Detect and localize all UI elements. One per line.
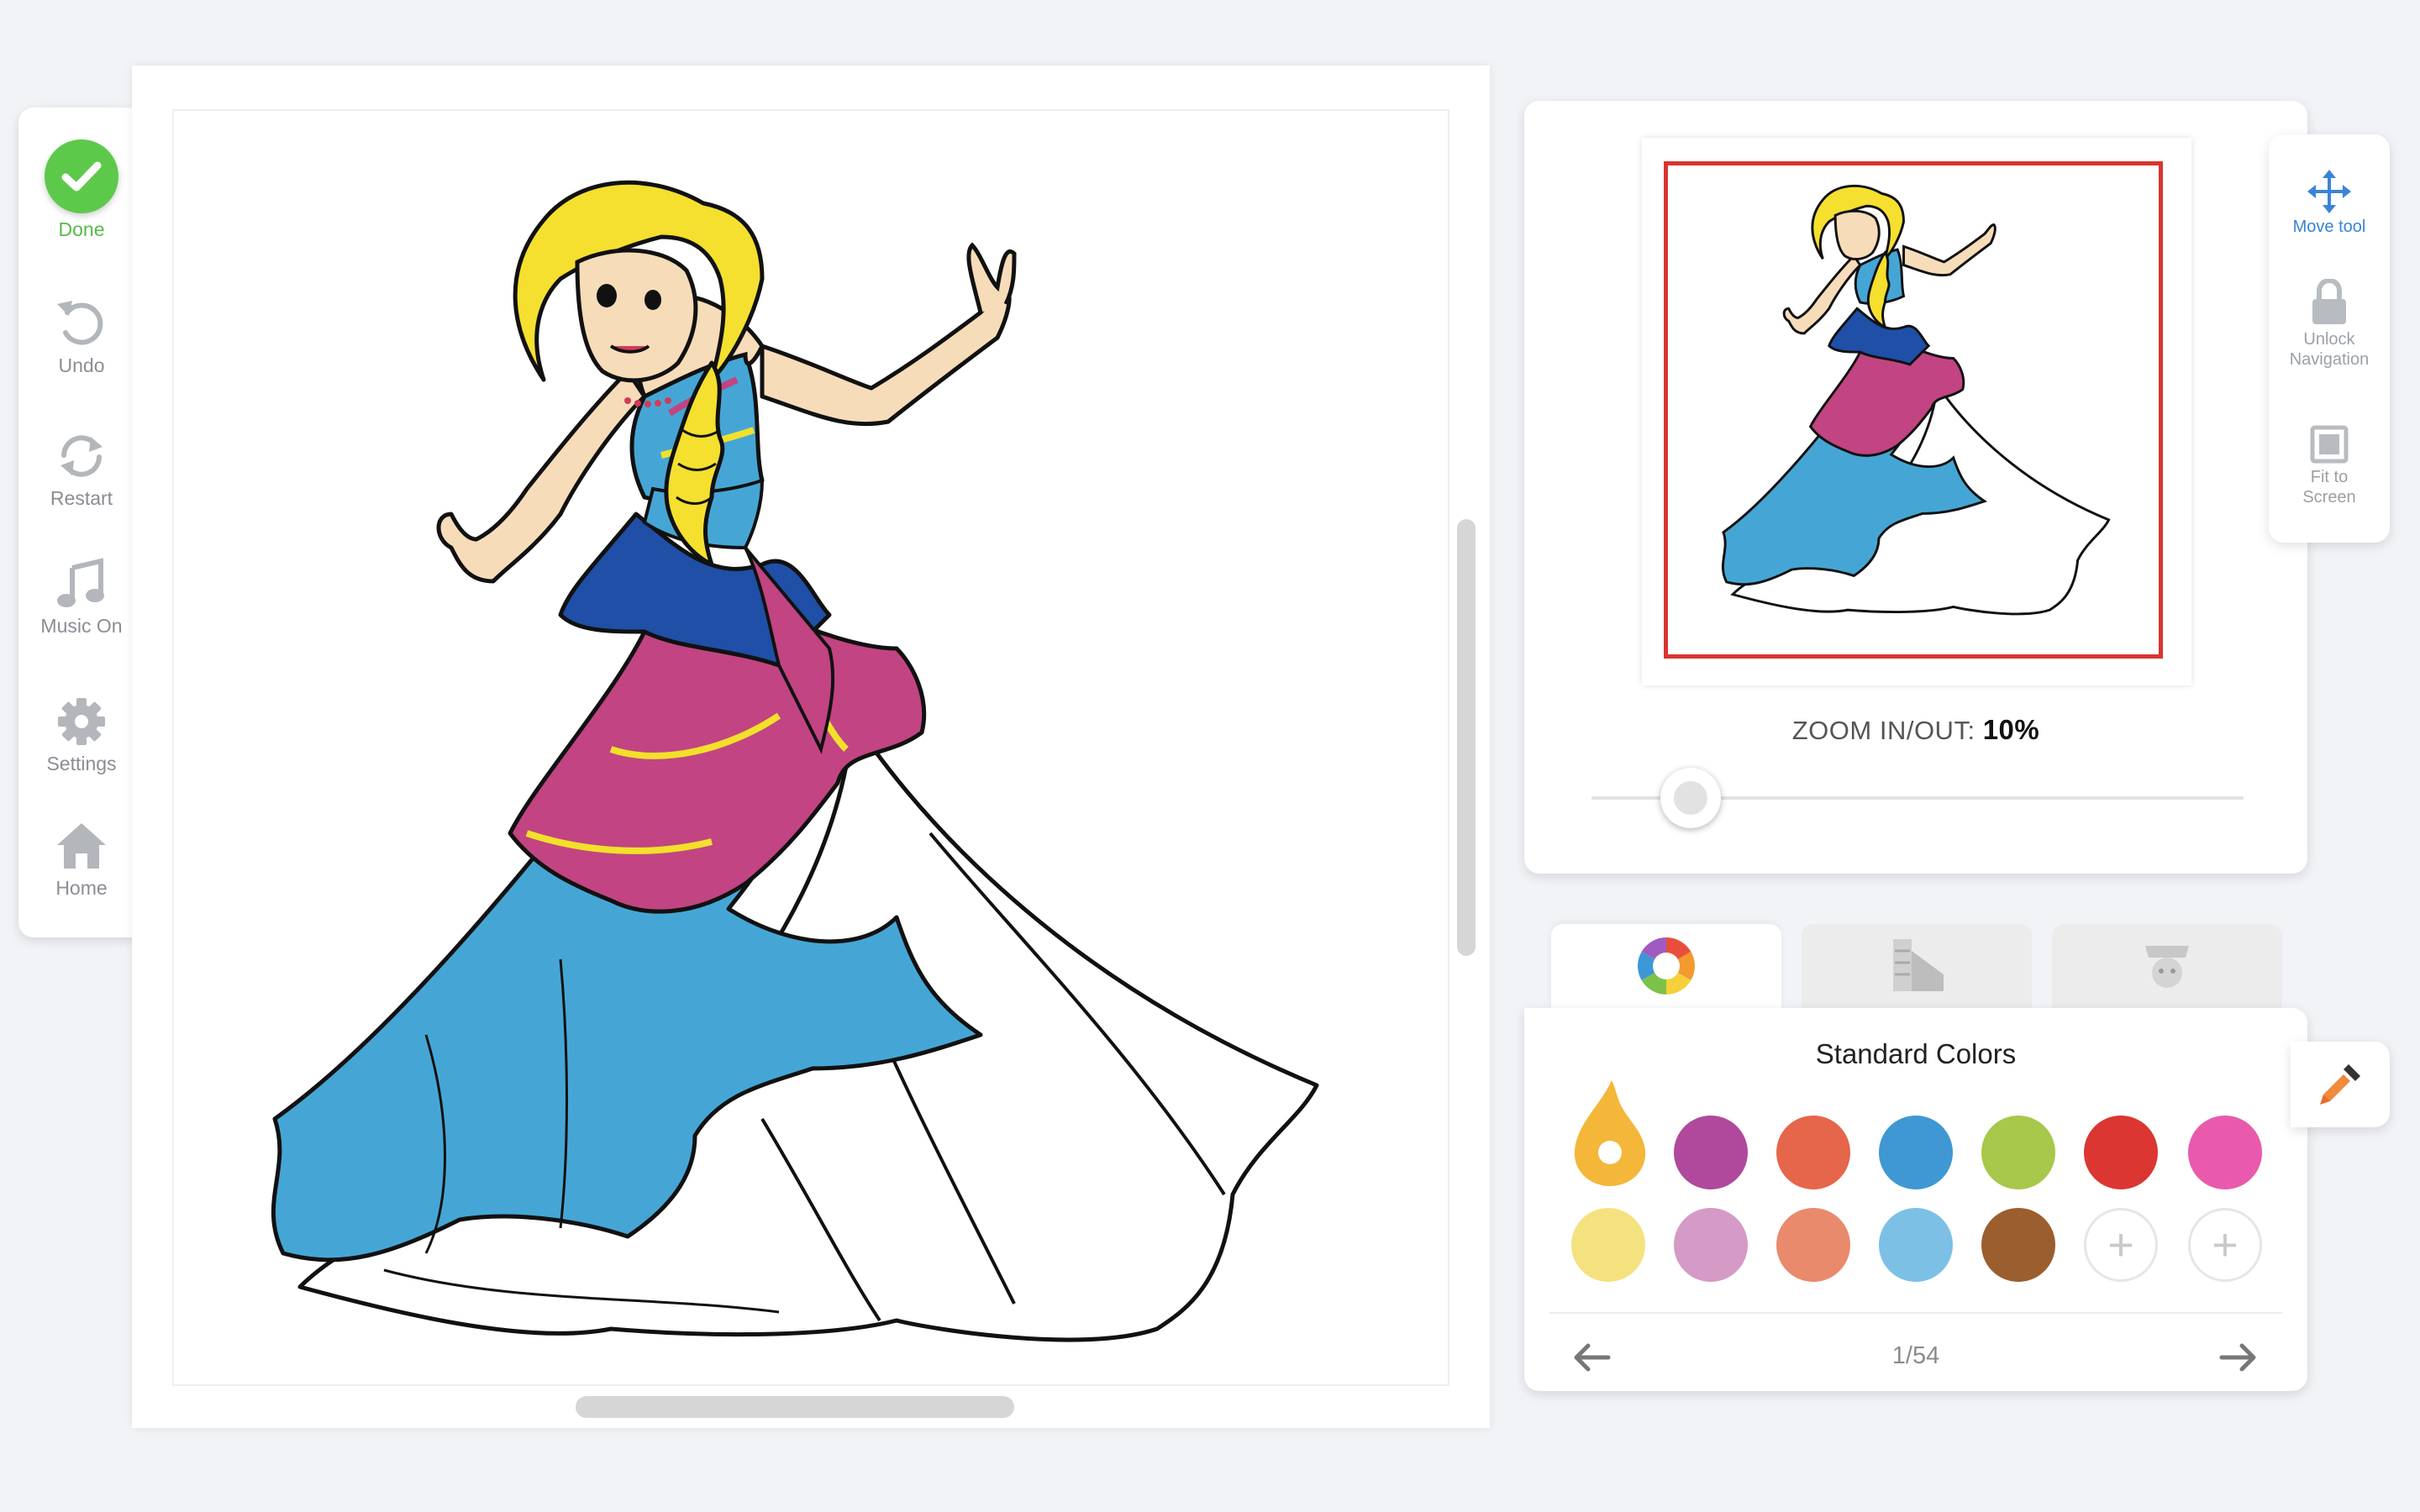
color-swatch-red[interactable] [2084, 1116, 2158, 1189]
lock-icon [2312, 279, 2346, 324]
zoom-label: ZOOM IN/OUT: 10% [1524, 714, 2307, 746]
color-wheel-icon [1638, 937, 1695, 995]
viewport-frame[interactable] [1664, 161, 2163, 659]
move-tool-label: Move tool [2292, 218, 2366, 236]
unlock-navigation-label-1: Unlock [2303, 330, 2355, 349]
palette-page-counter: 1/54 [1891, 1342, 1940, 1369]
unlock-navigation-label-2: Navigation [2289, 350, 2370, 369]
color-palette-panel: Standard Colors + + 1/54 [1524, 1008, 2307, 1391]
gear-icon [58, 698, 105, 745]
navigation-tools: Move tool Unlock Navigation Fit to Scree… [2269, 134, 2390, 543]
home-icon [57, 823, 106, 869]
canvas-panel [132, 66, 1490, 1428]
restart-button[interactable]: Restart [18, 430, 145, 510]
restart-label: Restart [50, 487, 113, 509]
unlock-navigation-button[interactable]: Unlock Navigation [2269, 279, 2390, 370]
done-label: Done [58, 218, 105, 240]
color-swatch-purple[interactable] [1674, 1116, 1748, 1189]
undo-icon [57, 301, 103, 345]
tab-colors[interactable] [1551, 924, 1781, 1008]
fit-screen-icon [2310, 425, 2349, 464]
palette-divider [1549, 1312, 2282, 1314]
navigator-thumbnail[interactable] [1642, 138, 2191, 685]
color-swatch-light-yellow[interactable] [1571, 1208, 1645, 1282]
settings-label: Settings [46, 753, 117, 774]
palette-title: Standard Colors [1815, 1038, 2017, 1069]
color-swatch-brown[interactable] [1981, 1208, 2055, 1282]
color-swatch-orange-red[interactable] [1776, 1116, 1850, 1189]
plus-icon: + [2212, 1220, 2238, 1270]
color-swatch-pink[interactable] [2188, 1116, 2262, 1189]
eyedropper-icon [2320, 1064, 2360, 1105]
zoom-slider-knob[interactable] [1660, 768, 1721, 828]
home-label: Home [55, 877, 108, 899]
zoom-label-text: ZOOM IN/OUT: [1791, 716, 1975, 745]
color-swatch-blue[interactable] [1879, 1116, 1953, 1189]
music-label: Music On [40, 615, 123, 637]
move-tool-button[interactable]: Move tool [2269, 170, 2390, 237]
fit-to-screen-label-2: Screen [2302, 488, 2356, 507]
color-swatch-light-purple[interactable] [1674, 1208, 1748, 1282]
checkmark-icon [45, 139, 118, 213]
color-swatch-green[interactable] [1981, 1116, 2055, 1189]
color-swatch-salmon[interactable] [1776, 1208, 1850, 1282]
tab-patterns[interactable] [1802, 924, 2032, 1008]
undo-label: Undo [58, 354, 105, 376]
next-page-button[interactable] [2213, 1332, 2264, 1383]
music-note-icon [57, 558, 104, 607]
left-toolbar: Done Undo Restart Music On Settings Home [18, 108, 145, 937]
sticker-icon [2145, 946, 2189, 988]
eyedropper-button[interactable] [2291, 1042, 2390, 1127]
settings-button[interactable]: Settings [18, 696, 145, 775]
fit-to-screen-label-1: Fit to [2310, 468, 2349, 486]
princess-coloring-illustration [271, 180, 1319, 1342]
plus-icon: + [2107, 1220, 2134, 1270]
add-color-button[interactable]: + [2188, 1208, 2262, 1282]
navigator-panel: ZOOM IN/OUT: 10% [1524, 101, 2307, 874]
add-color-button[interactable]: + [2084, 1208, 2158, 1282]
undo-button[interactable]: Undo [18, 297, 145, 377]
zoom-value: 10% [1982, 714, 2040, 745]
horizontal-scrollbar[interactable] [576, 1396, 1014, 1418]
pattern-tool-icon [1893, 939, 1944, 991]
music-toggle-button[interactable]: Music On [18, 558, 145, 638]
restart-icon [60, 435, 103, 477]
home-button[interactable]: Home [18, 820, 145, 900]
vertical-scrollbar[interactable] [1457, 519, 1476, 956]
arrow-right-icon [2219, 1343, 2256, 1372]
drawing-canvas[interactable] [172, 109, 1449, 1386]
move-arrows-icon [2307, 170, 2351, 213]
tab-stickers[interactable] [2052, 924, 2282, 1008]
done-button[interactable]: Done [18, 139, 145, 241]
selected-color-drop[interactable] [1568, 1079, 1652, 1189]
fit-to-screen-button[interactable]: Fit to Screen [2269, 425, 2390, 507]
color-swatch-light-blue[interactable] [1879, 1208, 1953, 1282]
